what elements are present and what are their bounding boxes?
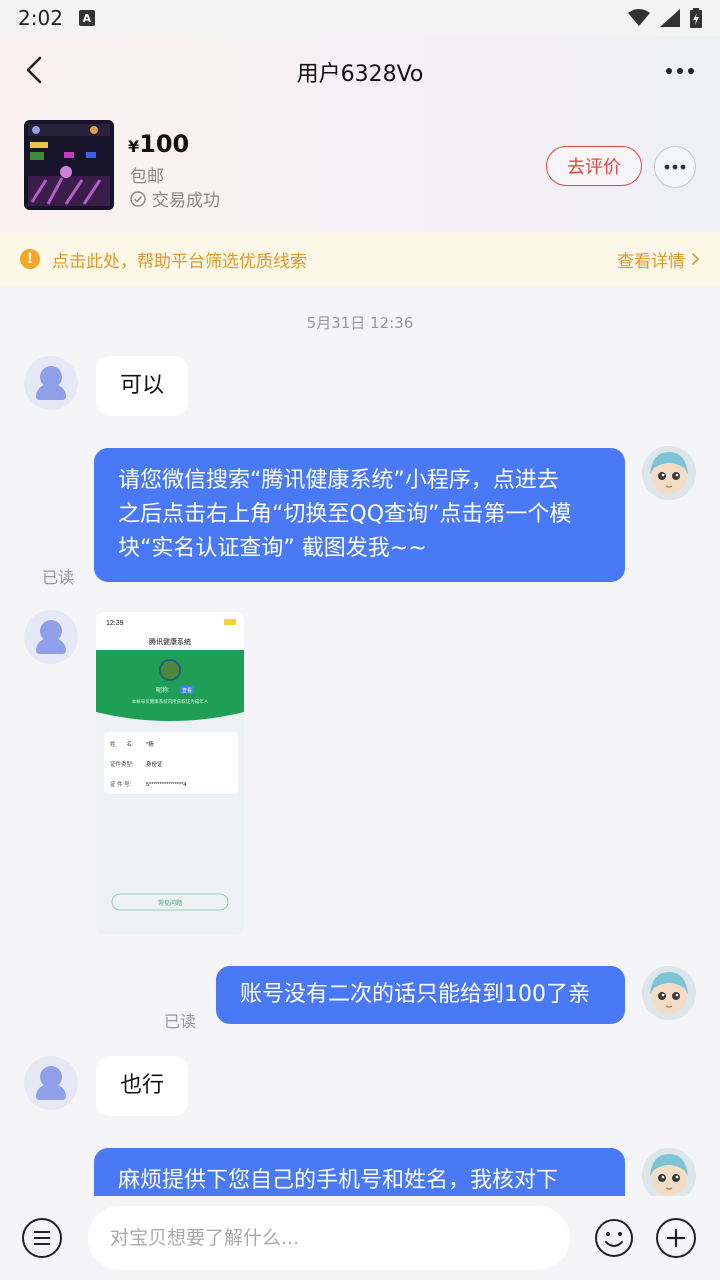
shot-badge: 查看 bbox=[182, 687, 192, 694]
shot-title: 腾讯健康系统 bbox=[149, 637, 191, 646]
message-input[interactable] bbox=[88, 1206, 570, 1270]
product-thumbnail[interactable] bbox=[24, 120, 114, 210]
message-bubble-outgoing[interactable]: 请您微信搜索“腾讯健康系统”小程序，点进去 之后点击右上角“切换至QQ查询”点击… bbox=[94, 448, 625, 582]
message-bubble-incoming[interactable]: 也行 bbox=[96, 1056, 189, 1116]
a-notification-icon: A bbox=[78, 10, 95, 26]
battery-icon bbox=[690, 8, 702, 28]
menu-line-icon bbox=[34, 1243, 50, 1245]
user-avatar[interactable] bbox=[642, 446, 696, 500]
currency-symbol: ¥ bbox=[128, 137, 140, 156]
avatar-body-shape bbox=[36, 638, 66, 654]
notice-text: 点击此处，帮助平台筛选优质线索 bbox=[52, 251, 307, 272]
menu-line-icon bbox=[34, 1231, 50, 1233]
input-bar bbox=[0, 1196, 720, 1280]
chat-messages[interactable]: 5月31日 12:36 可以 请您微信搜索“腾讯健康系统”小程序，点进去 之后点… bbox=[0, 286, 720, 1196]
deal-status-text: 交易成功 bbox=[152, 191, 220, 211]
notice-details-label: 查看详情 bbox=[617, 251, 685, 272]
notice-details-link[interactable]: 查看详情 bbox=[617, 247, 700, 272]
shot-idtype-value: 身份证 bbox=[146, 760, 163, 768]
plus-icon bbox=[666, 1228, 686, 1248]
deal-status: 交易成功 bbox=[130, 186, 220, 211]
message-line: 块“实名认证查询” 截图发我~~ bbox=[118, 536, 427, 561]
shipping-label: 包邮 bbox=[130, 167, 164, 187]
seller-avatar[interactable] bbox=[24, 610, 78, 664]
screenshot-image: 12:39 腾讯健康系统 昵称: 查看 本帐号仅健康系统内所获取证为成年人 姓 … bbox=[96, 612, 244, 934]
signal-icon bbox=[660, 9, 680, 27]
emoji-button[interactable] bbox=[594, 1218, 634, 1258]
message-line: 请您微信搜索“腾讯健康系统”小程序，点进去 bbox=[118, 468, 559, 493]
shot-idnum-value: 5****************4 bbox=[146, 782, 186, 788]
check-circle-icon bbox=[130, 190, 146, 207]
add-attachment-button[interactable] bbox=[656, 1218, 696, 1258]
more-dots-icon bbox=[664, 164, 686, 170]
shot-faq-button: 常见问题 bbox=[158, 899, 182, 907]
message-image[interactable]: 12:39 腾讯健康系统 昵称: 查看 本帐号仅健康系统内所获取证为成年人 姓 … bbox=[96, 612, 244, 934]
shot-time: 12:39 bbox=[106, 620, 124, 627]
status-bar: 2:02 A bbox=[0, 0, 720, 36]
more-dots-icon bbox=[666, 68, 694, 74]
chat-header: 用户6328Vo ¥100 包邮 交易成功 去评价 bbox=[0, 36, 720, 232]
read-receipt: 已读 bbox=[164, 1012, 197, 1031]
menu-button[interactable] bbox=[22, 1218, 62, 1258]
message-bubble-incoming[interactable]: 可以 bbox=[96, 356, 189, 416]
rate-button[interactable]: 去评价 bbox=[546, 146, 642, 186]
cartoon-avatar-image bbox=[642, 966, 696, 1020]
message-bubble-outgoing[interactable]: 麻烦提供下您自己的手机号和姓名，我核对下 bbox=[94, 1148, 625, 1196]
shot-idtype-label: 证件类型: bbox=[110, 760, 134, 768]
exclamation-icon: ! bbox=[20, 249, 40, 269]
cartoon-avatar-image bbox=[642, 1148, 696, 1196]
cartoon-avatar-image bbox=[642, 446, 696, 500]
page-title: 用户6328Vo bbox=[296, 62, 424, 87]
product-image bbox=[24, 120, 114, 210]
product-more-button[interactable] bbox=[654, 146, 696, 188]
price-value: 100 bbox=[139, 130, 190, 158]
shot-name-label: 姓 名: bbox=[110, 740, 134, 748]
avatar-body-shape bbox=[36, 384, 66, 400]
notice-banner[interactable]: ! 点击此处，帮助平台筛选优质线索 查看详情 bbox=[0, 232, 720, 286]
avatar-body-shape bbox=[36, 1084, 66, 1100]
status-time: 2:02 bbox=[18, 6, 63, 30]
more-options-button[interactable] bbox=[660, 56, 700, 86]
message-timestamp: 5月31日 12:36 bbox=[306, 314, 414, 332]
message-line: 之后点击右上角“切换至QQ查询”点击第一个模 bbox=[118, 502, 572, 527]
shot-nickname: 昵称: bbox=[156, 686, 170, 694]
seller-avatar[interactable] bbox=[24, 1056, 78, 1110]
shot-name-value: *扬 bbox=[146, 740, 154, 748]
message-bubble-outgoing[interactable]: 账号没有二次的话只能给到100了亲 bbox=[216, 966, 625, 1024]
shot-idnum-label: 证 件 号: bbox=[110, 780, 132, 788]
chevron-right-icon bbox=[691, 252, 700, 266]
wifi-icon bbox=[628, 9, 650, 26]
read-receipt: 已读 bbox=[42, 568, 75, 587]
seller-avatar[interactable] bbox=[24, 356, 78, 410]
user-avatar[interactable] bbox=[642, 966, 696, 1020]
user-avatar[interactable] bbox=[642, 1148, 696, 1196]
smiley-icon bbox=[595, 1219, 633, 1257]
product-price: ¥100 bbox=[128, 130, 189, 158]
shot-note: 本帐号仅健康系统内所获取证为成年人 bbox=[132, 698, 209, 705]
menu-line-icon bbox=[34, 1237, 50, 1239]
